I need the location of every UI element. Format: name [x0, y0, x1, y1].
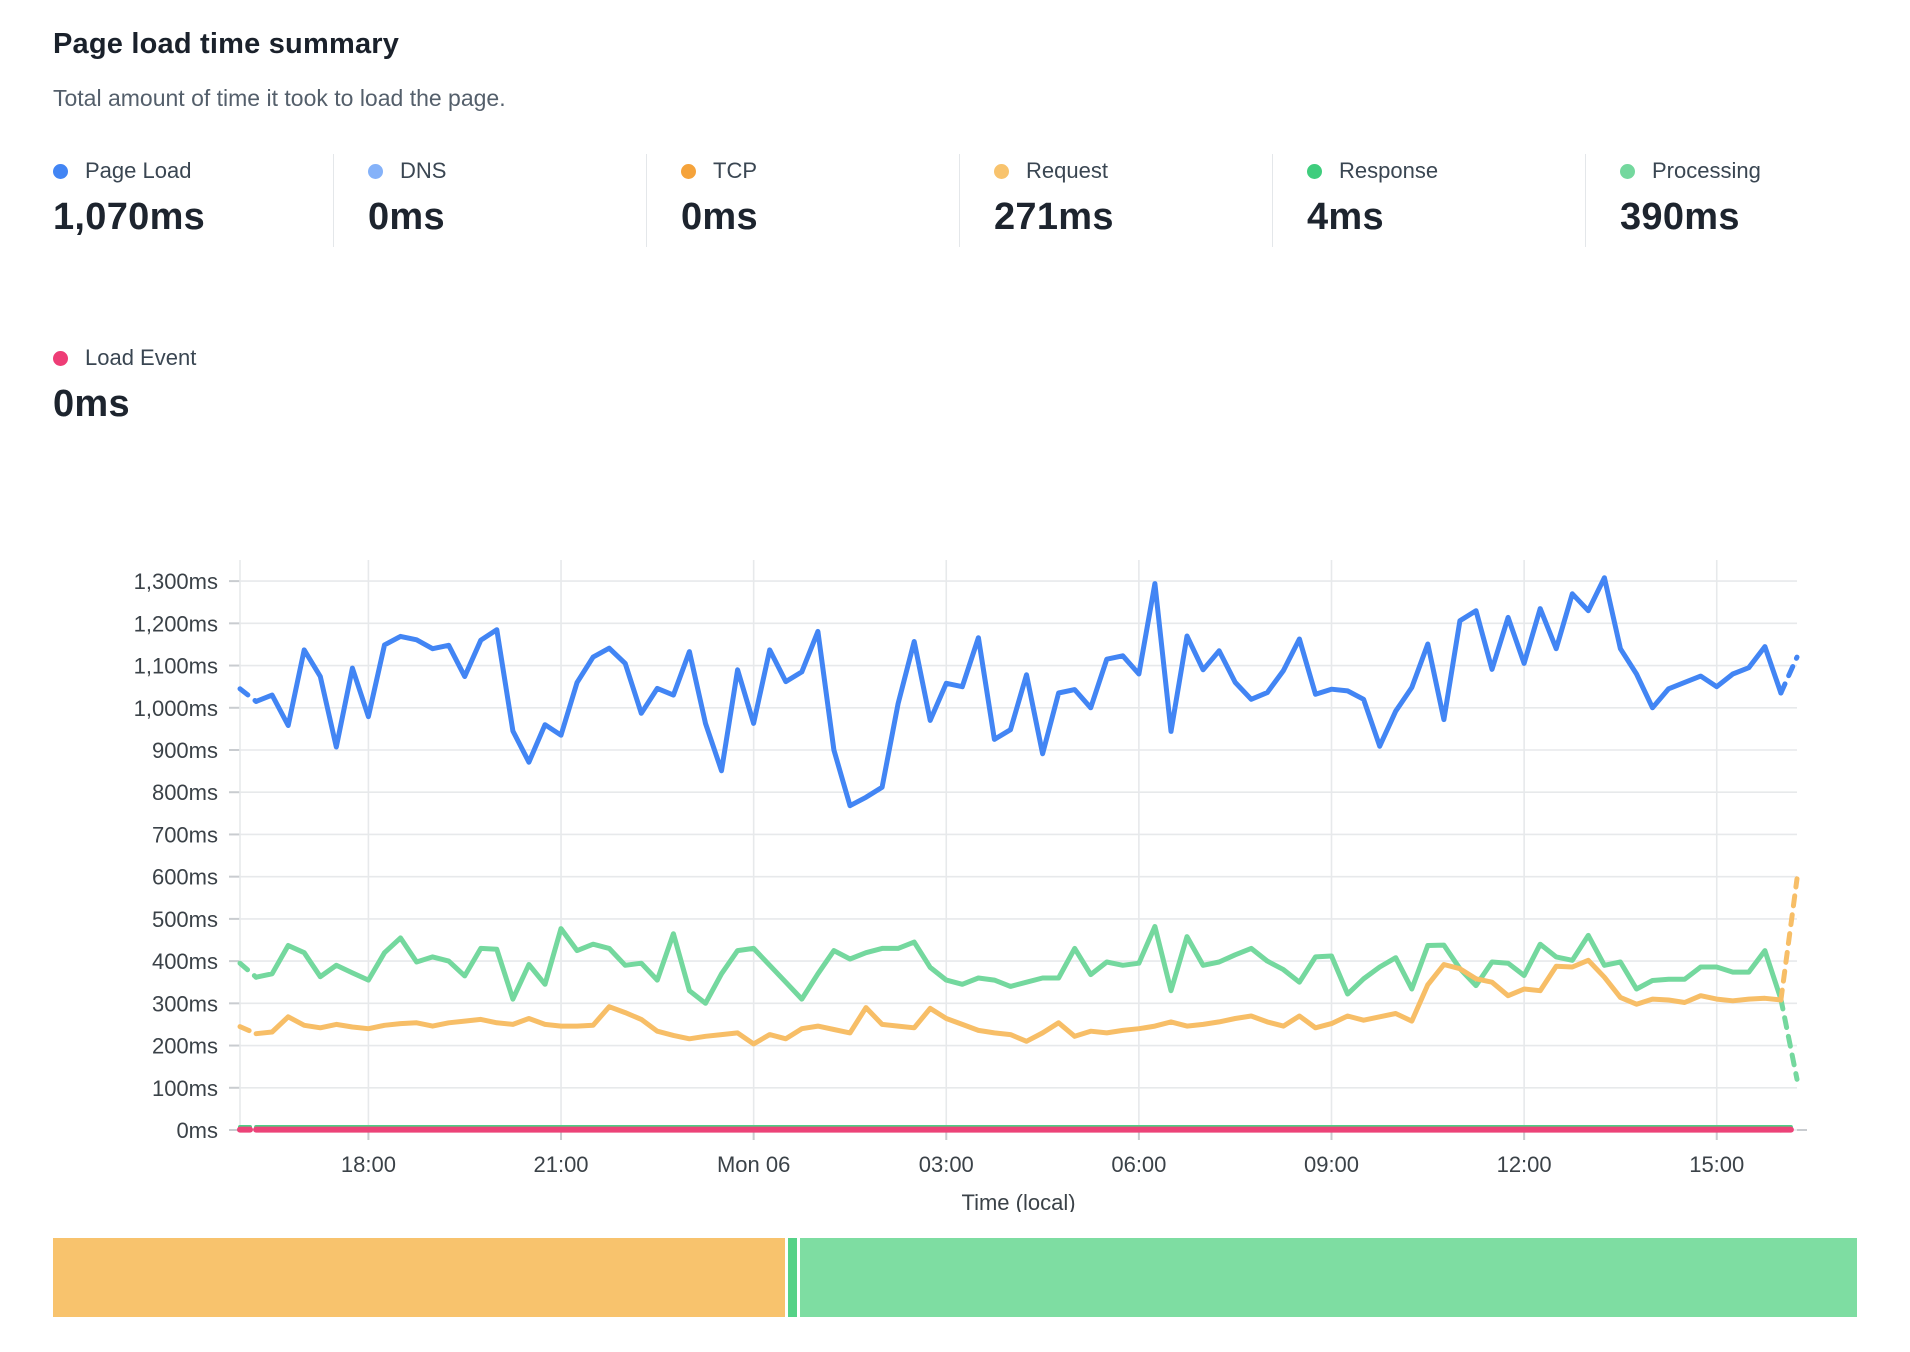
- x-axis-label: 03:00: [919, 1152, 974, 1177]
- x-axis-label: 18:00: [341, 1152, 396, 1177]
- x-axis-label: Mon 06: [717, 1152, 790, 1177]
- y-axis-label: 100ms: [152, 1076, 218, 1101]
- legend-dot-icon: [1620, 164, 1635, 179]
- stat-item-load-event: Load Event 0ms: [53, 341, 283, 434]
- chart-plot-area[interactable]: [240, 560, 1797, 1130]
- y-axis-label: 800ms: [152, 780, 218, 805]
- stat-item-page-load: Page Load 1,070ms: [53, 154, 333, 247]
- stats-row-secondary: Load Event 0ms: [53, 341, 1857, 434]
- x-axis-label: 06:00: [1111, 1152, 1166, 1177]
- stat-value: 0ms: [368, 196, 646, 239]
- legend-dot-icon: [1307, 164, 1322, 179]
- page-subtitle: Total amount of time it took to load the…: [53, 85, 1857, 112]
- legend-dot-icon: [994, 164, 1009, 179]
- y-axis-label: 0ms: [176, 1118, 218, 1143]
- stat-value: 390ms: [1620, 196, 1815, 239]
- legend-dot-icon: [368, 164, 383, 179]
- y-axis-label: 700ms: [152, 822, 218, 847]
- stat-label: Load Event: [85, 345, 196, 371]
- y-axis-label: 1,000ms: [134, 696, 218, 721]
- x-axis-label: 09:00: [1304, 1152, 1359, 1177]
- legend-dot-icon: [53, 164, 68, 179]
- stat-value: 4ms: [1307, 196, 1585, 239]
- stat-item-response: Response 4ms: [1272, 154, 1585, 247]
- x-axis-label: 15:00: [1689, 1152, 1744, 1177]
- page-title: Page load time summary: [53, 0, 1857, 61]
- stat-label: DNS: [400, 158, 446, 184]
- y-axis-label: 400ms: [152, 949, 218, 974]
- y-axis-label: 900ms: [152, 738, 218, 763]
- stat-value: 271ms: [994, 196, 1272, 239]
- stat-item-tcp: TCP 0ms: [646, 154, 959, 247]
- stat-item-processing: Processing 390ms: [1585, 154, 1815, 247]
- y-axis-label: 300ms: [152, 991, 218, 1016]
- x-axis-label: 21:00: [533, 1152, 588, 1177]
- load-time-chart[interactable]: 0ms 100ms 200ms 300ms 400ms 500ms 600ms 700ms 80…: [53, 552, 1857, 1212]
- stats-row-primary: Page Load 1,070ms DNS 0ms TCP 0ms Reques…: [53, 154, 1857, 247]
- timeline-bar[interactable]: [53, 1238, 1857, 1317]
- stat-label: Page Load: [85, 158, 191, 184]
- y-axis-label: 1,300ms: [134, 569, 218, 594]
- timeline-segment-processing-period[interactable]: [800, 1238, 1856, 1317]
- y-axis-label: 1,100ms: [134, 654, 218, 679]
- y-axis-label: 600ms: [152, 865, 218, 890]
- stat-label: Response: [1339, 158, 1438, 184]
- stat-value: 1,070ms: [53, 196, 333, 239]
- stat-value: 0ms: [681, 196, 959, 239]
- stat-label: TCP: [713, 158, 757, 184]
- y-axis-label: 500ms: [152, 907, 218, 932]
- legend-dot-icon: [681, 164, 696, 179]
- stat-item-request: Request 271ms: [959, 154, 1272, 247]
- timeline-segment-request-period[interactable]: [53, 1238, 785, 1317]
- timeline-segment-transition-sliver[interactable]: [788, 1238, 798, 1317]
- stat-label: Processing: [1652, 158, 1761, 184]
- page: Page load time summary Total amount of t…: [0, 0, 1910, 1317]
- x-axis-label: 12:00: [1497, 1152, 1552, 1177]
- y-axis-label: 200ms: [152, 1034, 218, 1059]
- y-axis-label: 1,200ms: [134, 611, 218, 636]
- stat-value: 0ms: [53, 383, 283, 426]
- legend-dot-icon: [53, 351, 68, 366]
- stat-label: Request: [1026, 158, 1108, 184]
- x-axis-title: Time (local): [961, 1190, 1075, 1212]
- stat-item-dns: DNS 0ms: [333, 154, 646, 247]
